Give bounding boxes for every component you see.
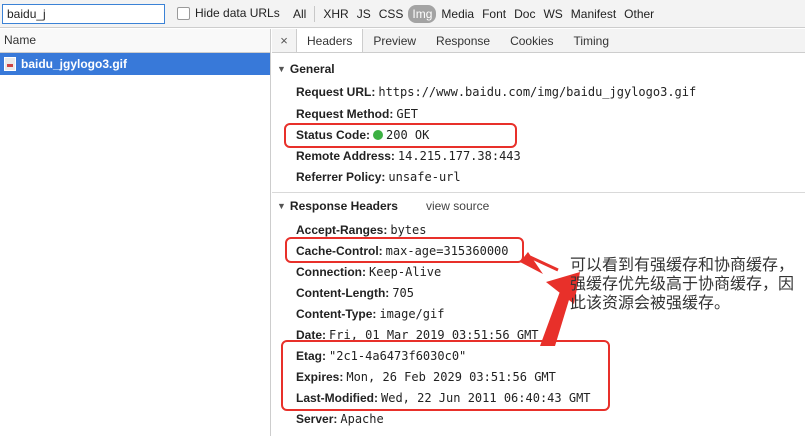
- request-method-value: GET: [396, 107, 419, 121]
- remote-address-row: Remote Address: 14.215.177.38:443: [296, 149, 521, 163]
- content-type-value: image/gif: [379, 307, 445, 321]
- request-list: Name baidu_jgylogo3.gif: [0, 29, 271, 436]
- response-headers-section-header[interactable]: ▼ Response Headers view source: [277, 199, 489, 213]
- hide-data-urls-label: Hide data URLs: [195, 6, 280, 20]
- connection-key: Connection:: [296, 265, 366, 279]
- request-row-selected[interactable]: baidu_jgylogo3.gif: [0, 53, 270, 75]
- accept-ranges-value: bytes: [390, 223, 427, 237]
- tab-timing[interactable]: Timing: [563, 29, 619, 52]
- request-url-key: Request URL:: [296, 85, 376, 99]
- request-name: baidu_jgylogo3.gif: [21, 57, 128, 71]
- content-length-row: Content-Length: 705: [296, 286, 414, 300]
- type-filter-all[interactable]: All: [289, 6, 310, 22]
- referrer-policy-value: unsafe-url: [388, 170, 461, 184]
- type-separator: [314, 6, 316, 22]
- request-url-row: Request URL: https://www.baidu.com/img/ba…: [296, 85, 696, 99]
- type-filter-font[interactable]: Font: [478, 6, 510, 22]
- view-source-link[interactable]: view source: [426, 199, 489, 213]
- content-type-row: Content-Type: image/gif: [296, 307, 444, 321]
- accept-ranges-row: Accept-Ranges: bytes: [296, 223, 426, 237]
- type-filter-js[interactable]: JS: [353, 6, 375, 22]
- name-column-header[interactable]: Name: [0, 29, 270, 53]
- request-method-row: Request Method: GET: [296, 107, 418, 121]
- tab-cookies[interactable]: Cookies: [500, 29, 563, 52]
- response-headers-title: Response Headers: [289, 199, 398, 213]
- type-filter-img[interactable]: Img: [408, 5, 437, 23]
- hide-data-urls-checkbox[interactable]: [177, 6, 190, 20]
- tab-headers[interactable]: Headers: [296, 29, 364, 52]
- referrer-policy-key: Referrer Policy:: [296, 170, 386, 184]
- type-filter-doc[interactable]: Doc: [510, 6, 539, 22]
- connection-row: Connection: Keep-Alive: [296, 265, 441, 279]
- request-method-key: Request Method:: [296, 107, 394, 121]
- close-icon[interactable]: ×: [272, 29, 296, 52]
- type-filter-media[interactable]: Media: [437, 6, 478, 22]
- connection-value: Keep-Alive: [369, 265, 442, 279]
- referrer-policy-row: Referrer Policy: unsafe-url: [296, 170, 461, 184]
- content-type-key: Content-Type:: [296, 307, 377, 321]
- section-divider: [272, 192, 805, 193]
- type-filter-xhr[interactable]: XHR: [319, 6, 352, 22]
- tab-response[interactable]: Response: [426, 29, 500, 52]
- general-section-header[interactable]: ▼ General: [277, 62, 335, 76]
- accept-ranges-key: Accept-Ranges:: [296, 223, 388, 237]
- resource-type-filters: All XHR JS CSS Img Media Font Doc WS Man…: [289, 0, 658, 28]
- collapse-triangle-icon: ▼: [277, 201, 286, 211]
- image-file-icon: [4, 57, 16, 71]
- content-length-key: Content-Length:: [296, 286, 390, 300]
- server-value: Apache: [340, 412, 384, 426]
- type-filter-css[interactable]: CSS: [375, 6, 408, 22]
- general-title: General: [289, 62, 335, 76]
- type-filter-manifest[interactable]: Manifest: [567, 6, 620, 22]
- annotation-note: 可以看到有强缓存和协商缓存，强缓存优先级高于协商缓存，因此该资源会被强缓存。: [570, 255, 795, 312]
- negotiation-cache-highlight: [281, 340, 610, 411]
- remote-address-value: 14.215.177.38:443: [397, 149, 521, 163]
- collapse-triangle-icon: ▼: [277, 64, 286, 74]
- server-row: Server: Apache: [296, 412, 384, 426]
- remote-address-key: Remote Address:: [296, 149, 395, 163]
- detail-tabs: × Headers Preview Response Cookies Timin…: [272, 29, 805, 53]
- tab-preview[interactable]: Preview: [363, 29, 426, 52]
- type-filter-ws[interactable]: WS: [539, 6, 566, 22]
- content-length-value: 705: [392, 286, 414, 300]
- filter-input[interactable]: [2, 4, 165, 24]
- request-url-value: https://www.baidu.com/img/baidu_jgylogo3…: [378, 85, 697, 99]
- cache-control-highlight: [285, 237, 524, 263]
- status-code-highlight: [284, 123, 517, 148]
- hide-data-urls-option[interactable]: Hide data URLs: [177, 6, 280, 20]
- server-key: Server:: [296, 412, 338, 426]
- type-filter-other[interactable]: Other: [620, 6, 658, 22]
- network-filter-bar: Hide data URLs All XHR JS CSS Img Media …: [0, 0, 805, 28]
